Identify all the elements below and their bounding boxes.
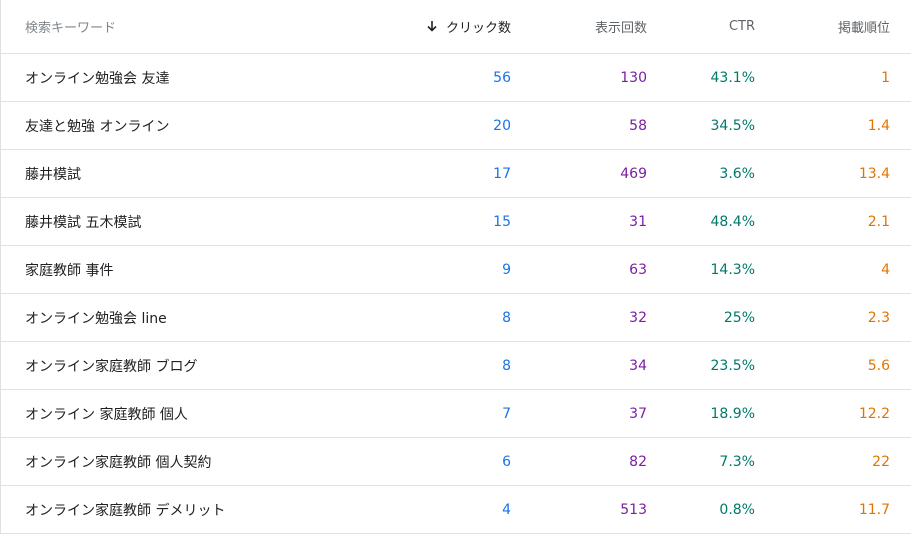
table-body: オンライン勉強会 友達 56 130 43.1% 1 友達と勉強 オンライン 20 58 34.… [1,54,911,534]
impressions-cell: 130 [620,69,647,86]
keyword-cell: オンライン家庭教師 個人契約 [25,454,212,471]
header-keyword[interactable]: 検索キーワード [1,17,361,36]
impressions-cell: 37 [629,405,647,422]
ctr-cell: 18.9% [710,405,755,422]
table-row[interactable]: オンライン家庭教師 デメリット 4 513 0.8% 11.7 [1,486,911,534]
clicks-cell: 9 [502,261,511,278]
table-row[interactable]: 家庭教師 事件 9 63 14.3% 4 [1,246,911,294]
impressions-cell: 82 [629,453,647,470]
clicks-cell: 7 [502,405,511,422]
ctr-cell: 25% [723,309,755,326]
keyword-cell: オンライン家庭教師 デメリット [25,502,226,519]
ctr-cell: 43.1% [710,69,755,86]
table-row[interactable]: オンライン勉強会 line 8 32 25% 2.3 [1,294,911,342]
table-row[interactable]: オンライン家庭教師 個人契約 6 82 7.3% 22 [1,438,911,486]
position-cell: 2.1 [867,213,890,230]
table-row[interactable]: 藤井模試 17 469 3.6% 13.4 [1,150,911,198]
table-row[interactable]: オンライン勉強会 友達 56 130 43.1% 1 [1,54,911,102]
table-row[interactable]: 藤井模試 五木模試 15 31 48.4% 2.1 [1,198,911,246]
table-row[interactable]: オンライン家庭教師 ブログ 8 34 23.5% 5.6 [1,342,911,390]
keyword-cell: 友達と勉強 オンライン [25,118,170,135]
header-position[interactable]: 掲載順位 [755,17,890,36]
position-cell: 1 [881,69,890,86]
ctr-cell: 34.5% [710,117,755,134]
clicks-cell: 56 [493,69,511,86]
keyword-cell: 家庭教師 事件 [25,262,114,279]
position-cell: 1.4 [867,117,890,134]
position-cell: 22 [872,453,890,470]
position-cell: 4 [881,261,890,278]
header-clicks[interactable]: クリック数 [361,17,511,37]
clicks-cell: 6 [502,453,511,470]
impressions-cell: 32 [629,309,647,326]
position-cell: 13.4 [858,165,890,182]
header-impressions[interactable]: 表示回数 [511,17,647,36]
header-clicks-label: クリック数 [445,20,511,36]
table-header-row: 検索キーワード クリック数 表示回数 CTR 掲載順位 [1,0,911,54]
position-cell: 11.7 [858,501,890,518]
keyword-cell: オンライン勉強会 友達 [25,70,170,87]
clicks-cell: 20 [493,117,511,134]
impressions-cell: 63 [629,261,647,278]
table-row[interactable]: 友達と勉強 オンライン 20 58 34.5% 1.4 [1,102,911,150]
keyword-cell: オンライン家庭教師 ブログ [25,358,198,375]
ctr-cell: 3.6% [719,165,755,182]
keyword-cell: 藤井模試 [25,166,81,183]
position-cell: 12.2 [858,405,890,422]
position-cell: 2.3 [867,309,890,326]
clicks-cell: 8 [502,309,511,326]
clicks-cell: 15 [493,213,511,230]
table-row[interactable]: オンライン 家庭教師 個人 7 37 18.9% 12.2 [1,390,911,438]
ctr-cell: 14.3% [710,261,755,278]
impressions-cell: 34 [629,357,647,374]
header-ctr[interactable]: CTR [647,19,755,34]
ctr-cell: 0.8% [719,501,755,518]
keyword-cell: 藤井模試 五木模試 [25,214,142,231]
keyword-cell: オンライン 家庭教師 個人 [25,406,188,423]
search-queries-table: 検索キーワード クリック数 表示回数 CTR 掲載順位 オンライン勉強会 友達 5… [0,0,911,534]
clicks-cell: 8 [502,357,511,374]
keyword-cell: オンライン勉強会 line [25,310,167,327]
impressions-cell: 513 [620,501,647,518]
impressions-cell: 58 [629,117,647,134]
impressions-cell: 469 [620,165,647,182]
ctr-cell: 48.4% [710,213,755,230]
clicks-cell: 17 [493,165,511,182]
ctr-cell: 7.3% [719,453,755,470]
impressions-cell: 31 [629,213,647,230]
clicks-cell: 4 [502,501,511,518]
arrow-down-icon [426,20,438,36]
position-cell: 5.6 [867,357,890,374]
ctr-cell: 23.5% [710,357,755,374]
